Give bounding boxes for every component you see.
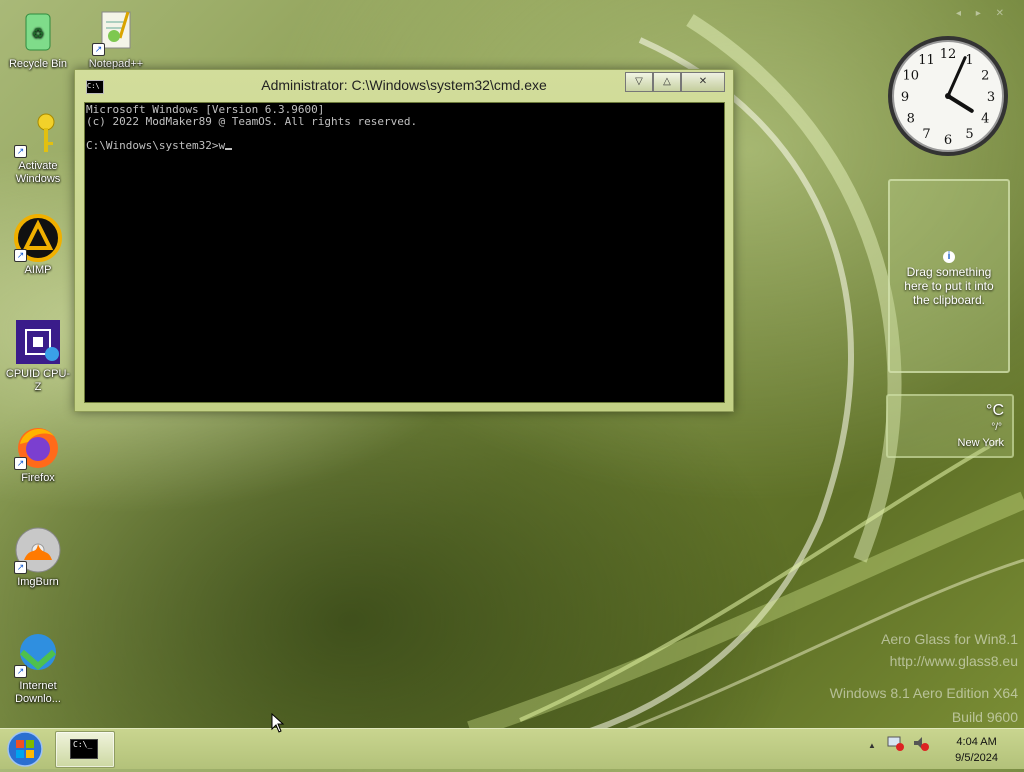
taskbar-clock[interactable]: 4:04 AM 9/5/2024	[955, 734, 998, 766]
clock-numeral: 1	[965, 53, 973, 68]
start-button[interactable]	[6, 731, 44, 767]
system-tray: ▲	[868, 735, 930, 751]
desktop-icon-label: AIMP	[24, 264, 52, 276]
clock-numeral: 10	[902, 69, 919, 84]
clock-center	[945, 93, 951, 99]
clipboard-gadget[interactable]: i Drag something here to put it into the…	[888, 179, 1010, 373]
watermark-line2: http://www.glass8.eu	[889, 653, 1018, 669]
firefox-icon: ↗	[14, 422, 62, 470]
desktop-icon-notepad-plus-plus[interactable]: ↗ Notepad++	[81, 8, 151, 71]
console-line: (c) 2022 ModMaker89 @ TeamOS. All rights…	[86, 115, 418, 128]
shortcut-arrow-icon: ↗	[14, 457, 27, 470]
watermark-line1: Aero Glass for Win8.1	[881, 631, 1018, 647]
cmd-window[interactable]: C:\ Administrator: C:\Windows\system32\c…	[74, 69, 734, 412]
desktop-icon-aimp[interactable]: ↗ AIMP	[3, 214, 73, 277]
show-hidden-icons-button[interactable]: ▲	[868, 741, 876, 750]
minimize-button[interactable]: ▽	[625, 72, 653, 92]
desktop-icon-label: Activate Windows	[15, 160, 61, 185]
cmd-window-titlebar[interactable]: C:\ Administrator: C:\Windows\system32\c…	[75, 70, 733, 100]
watermark-line4: Build 9600	[951, 709, 1018, 725]
weather-high-low: °/°	[991, 422, 1002, 433]
shortcut-arrow-icon: ↗	[14, 561, 27, 574]
taskbar-time: 4:04 AM	[956, 736, 997, 748]
clock-numeral: 2	[981, 69, 989, 84]
console-output[interactable]: Microsoft Windows [Version 6.3.9600] (c) …	[84, 102, 725, 403]
clipboard-gadget-text: Drag something here to put it into the c…	[904, 265, 994, 307]
clock-numeral: 12	[940, 47, 957, 62]
aimp-icon: ↗	[14, 214, 62, 262]
info-icon: i	[943, 251, 955, 263]
desktop-icon-label: Firefox	[21, 472, 55, 484]
shortcut-arrow-icon: ↗	[14, 145, 27, 158]
desktop-icon-label: Recycle Bin	[8, 58, 68, 70]
desktop-icon-label: Internet Downlo...	[15, 680, 61, 705]
clock-numeral: 11	[918, 53, 935, 68]
key-icon: ↗	[14, 110, 62, 158]
desktop-icon-label: ImgBurn	[17, 576, 59, 588]
shortcut-arrow-icon: ↗	[92, 43, 105, 56]
clock-numeral: 9	[901, 90, 909, 105]
clock-numeral: 5	[965, 127, 973, 142]
taskbar: C:\_ ▲ 4:04 AM 9/5/2024	[0, 728, 1024, 769]
clock-gadget[interactable]: 12 1 2 3 4 5 6 7 8 9 10 11	[886, 34, 1010, 158]
watermark-line3: Windows 8.1 Aero Edition X64	[829, 685, 1018, 701]
gadget-navigation[interactable]: ◂ ▸ ✕	[956, 8, 1010, 19]
imgburn-icon: ↗	[14, 526, 62, 574]
clock-numeral: 7	[922, 127, 930, 142]
weather-city: New York	[957, 437, 1004, 449]
analog-clock-face: 12 12 3 45678 9 1011	[888, 36, 1008, 156]
cmd-icon: C:\_	[70, 739, 98, 759]
shortcut-arrow-icon: ↗	[14, 665, 27, 678]
text-cursor	[225, 148, 233, 150]
volume-muted-icon[interactable]	[912, 735, 930, 751]
weather-gadget[interactable]: °C °/° New York	[886, 394, 1014, 458]
internet-download-manager-icon: ↗	[14, 630, 62, 678]
mouse-pointer-icon	[271, 713, 285, 733]
desktop-icon-cpu-z[interactable]: CPUID CPU-Z	[3, 318, 73, 394]
console-prompt: C:\Windows\system32>w	[86, 139, 226, 152]
taskbar-date: 9/5/2024	[955, 752, 998, 764]
clock-numeral: 6	[944, 133, 952, 148]
desktop-icon-internet-download-manager[interactable]: ↗ Internet Downlo...	[3, 630, 73, 706]
desktop-icon-activate-windows[interactable]: ↗ Activate Windows	[3, 110, 73, 186]
weather-temperature: °C	[986, 402, 1004, 419]
recycle-bin-icon: ♻	[14, 8, 62, 56]
notepad-plus-plus-icon: ↗	[92, 8, 140, 56]
maximize-button[interactable]: △	[653, 72, 681, 92]
svg-text:♻: ♻	[32, 25, 45, 41]
shortcut-arrow-icon: ↗	[14, 249, 27, 262]
desktop-icon-imgburn[interactable]: ↗ ImgBurn	[3, 526, 73, 589]
clock-numeral: 4	[981, 112, 989, 127]
close-button[interactable]: ✕	[681, 72, 725, 92]
clock-numeral: 3	[987, 90, 995, 105]
windows-logo-icon	[7, 731, 43, 767]
network-icon[interactable]	[887, 735, 905, 751]
console-prompt-line: C:\Windows\system32>w	[86, 140, 724, 152]
cpu-z-icon	[14, 318, 62, 366]
desktop-icon-firefox[interactable]: ↗ Firefox	[3, 422, 73, 485]
desktop-icon-label: CPUID CPU-Z	[5, 368, 71, 393]
desktop-icon-recycle-bin[interactable]: ♻ Recycle Bin	[3, 8, 73, 71]
taskbar-cmd-button[interactable]: C:\_	[55, 731, 115, 768]
clock-numeral: 8	[907, 112, 915, 127]
